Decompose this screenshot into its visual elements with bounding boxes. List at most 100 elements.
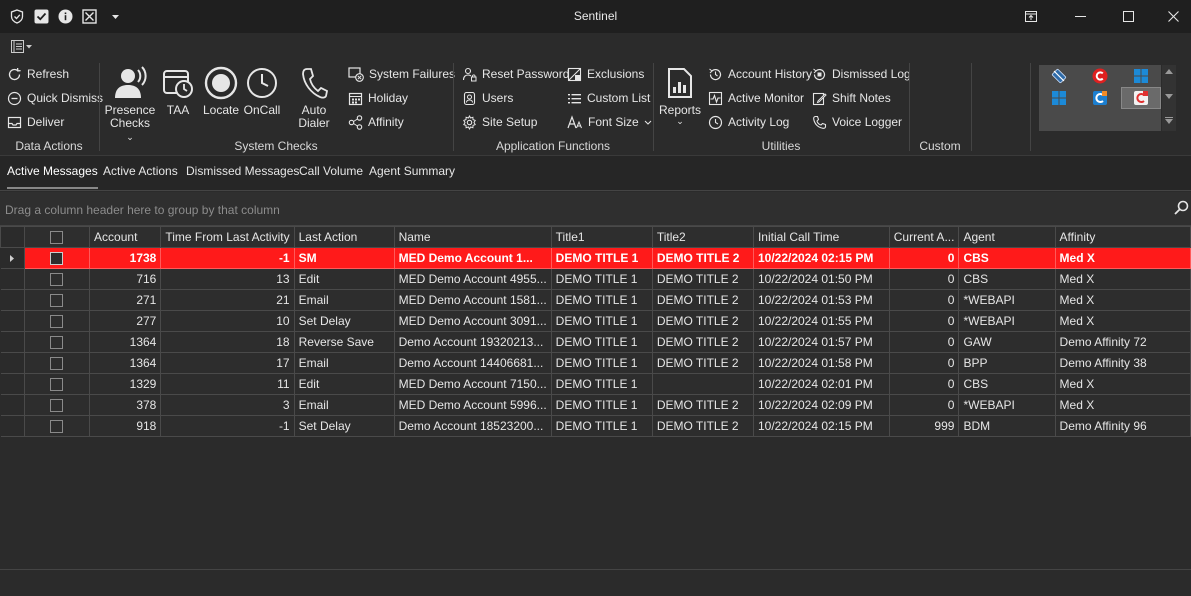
table-cell[interactable]: 0 [888, 310, 960, 332]
table-cell[interactable]: MED Demo Account 5996... [393, 394, 552, 416]
row-checkbox[interactable] [50, 272, 64, 286]
table-cell[interactable]: DEMO TITLE 2 [651, 394, 754, 416]
gallery-scroll[interactable] [1162, 65, 1176, 131]
table-cell[interactable]: 1364 [89, 331, 162, 353]
table-cell[interactable]: GAW [958, 331, 1056, 353]
table-cell[interactable]: DEMO TITLE 2 [651, 352, 754, 374]
table-cell[interactable]: 716 [89, 268, 162, 290]
scroll-up-icon[interactable] [1165, 69, 1173, 74]
table-cell[interactable]: Email [293, 394, 395, 416]
row-checkbox-cell[interactable] [23, 310, 91, 332]
row-checkbox[interactable] [50, 356, 64, 370]
c-logo-icon[interactable] [1080, 65, 1120, 87]
table-row[interactable]: 1329 11 Edit MED Demo Account 7150... DEMO T… [0, 373, 1191, 395]
table-cell[interactable]: Reverse Save [293, 331, 395, 353]
column-header[interactable]: Title1 [550, 226, 653, 248]
table-cell[interactable]: 18 [160, 331, 295, 353]
table-cell[interactable]: DEMO TITLE 1 [550, 415, 653, 437]
font-size-button[interactable]: Font Size [567, 111, 652, 133]
row-checkbox-cell[interactable] [23, 394, 91, 416]
table-cell[interactable]: BDM [958, 415, 1056, 437]
users-button[interactable]: Users [462, 87, 513, 109]
table-cell[interactable]: 378 [89, 394, 162, 416]
table-cell[interactable]: DEMO TITLE 2 [651, 247, 754, 269]
group-by-panel[interactable]: Drag a column header here to group by th… [0, 192, 1191, 226]
dropdown-arrow-icon[interactable] [104, 0, 126, 33]
table-cell[interactable]: DEMO TITLE 2 [651, 289, 754, 311]
tab-active-messages[interactable]: Active Messages [7, 164, 98, 189]
table-cell[interactable]: 10/22/2024 02:09 PM [752, 394, 890, 416]
table-cell[interactable]: 271 [89, 289, 162, 311]
column-header[interactable]: Title2 [651, 226, 754, 248]
table-cell[interactable]: Med X [1054, 373, 1191, 395]
table-cell[interactable]: 0 [888, 289, 960, 311]
table-cell[interactable]: *WEBAPI [958, 289, 1056, 311]
table-cell[interactable]: DEMO TITLE 2 [651, 268, 754, 290]
shield-icon[interactable] [6, 0, 28, 33]
row-indicator[interactable] [0, 310, 25, 332]
table-cell[interactable]: 0 [888, 331, 960, 353]
affinity-button[interactable]: Affinity [348, 111, 404, 133]
table-cell[interactable]: 0 [888, 373, 960, 395]
table-cell[interactable]: MED Demo Account 3091... [393, 310, 552, 332]
checkbox-icon[interactable] [30, 0, 52, 33]
table-cell[interactable]: 10/22/2024 01:55 PM [752, 310, 890, 332]
row-checkbox[interactable] [50, 314, 64, 328]
table-cell[interactable]: 10/22/2024 02:15 PM [752, 415, 890, 437]
column-header[interactable]: Agent [958, 226, 1056, 248]
table-cell[interactable]: *WEBAPI [958, 310, 1056, 332]
locate-button[interactable]: Locate [203, 65, 239, 117]
row-indicator[interactable] [0, 394, 25, 416]
table-cell[interactable]: Demo Account 19320213... [393, 331, 552, 353]
row-checkbox[interactable] [50, 335, 64, 349]
table-cell[interactable]: DEMO TITLE 2 [651, 310, 754, 332]
table-cell[interactable]: 1329 [89, 373, 162, 395]
table-cell[interactable]: DEMO TITLE 1 [550, 289, 653, 311]
table-cell[interactable]: SM [293, 247, 395, 269]
table-cell[interactable]: -1 [160, 415, 295, 437]
table-cell[interactable]: 11 [160, 373, 295, 395]
table-cell[interactable]: 10/22/2024 01:50 PM [752, 268, 890, 290]
table-row[interactable]: 1364 17 Email Demo Account 14406681... DEMO … [0, 352, 1191, 374]
table-cell[interactable]: DEMO TITLE 1 [550, 268, 653, 290]
table-cell[interactable]: DEMO TITLE 2 [651, 415, 754, 437]
maximize-icon[interactable] [1105, 0, 1151, 33]
table-cell[interactable]: 10/22/2024 01:57 PM [752, 331, 890, 353]
close-icon[interactable] [1150, 0, 1191, 33]
minimize-icon[interactable] [1057, 0, 1103, 33]
reset-password-button[interactable]: Reset Password [462, 63, 569, 85]
table-cell[interactable]: DEMO TITLE 1 [550, 373, 653, 395]
holiday-button[interactable]: Holiday [348, 87, 408, 109]
table-cell[interactable]: DEMO TITLE 1 [550, 394, 653, 416]
column-header[interactable]: Account [89, 226, 162, 248]
table-cell[interactable]: DEMO TITLE 1 [550, 247, 653, 269]
table-cell[interactable]: 1364 [89, 352, 162, 374]
row-indicator[interactable] [0, 352, 25, 374]
table-cell[interactable]: Demo Affinity 96 [1054, 415, 1191, 437]
active-monitor-button[interactable]: Active Monitor [708, 87, 804, 109]
table-cell[interactable]: Demo Account 14406681... [393, 352, 552, 374]
activity-log-button[interactable]: Activity Log [708, 111, 789, 133]
table-cell[interactable]: 10 [160, 310, 295, 332]
table-cell[interactable]: Med X [1054, 289, 1191, 311]
row-indicator[interactable] [0, 331, 25, 353]
column-header[interactable]: Last Action [293, 226, 395, 248]
table-cell[interactable]: 17 [160, 352, 295, 374]
deliver-button[interactable]: Deliver [7, 111, 64, 133]
table-cell[interactable]: DEMO TITLE 1 [550, 331, 653, 353]
row-checkbox[interactable] [50, 293, 64, 307]
table-row[interactable]: 271 21 Email MED Demo Account 1581... DEMO T… [0, 289, 1191, 311]
table-cell[interactable]: MED Demo Account 7150... [393, 373, 552, 395]
tab-agent-summary[interactable]: Agent Summary [369, 164, 455, 178]
shift-notes-button[interactable]: Shift Notes [812, 87, 891, 109]
table-cell[interactable]: Edit [293, 268, 395, 290]
column-header[interactable]: Current A... [888, 226, 960, 248]
satellite-icon[interactable] [1039, 65, 1079, 87]
row-indicator[interactable] [0, 289, 25, 311]
expand-gallery-icon[interactable] [1165, 117, 1173, 124]
table-cell[interactable]: Email [293, 289, 395, 311]
row-checkbox-cell[interactable] [23, 415, 91, 437]
table-cell[interactable]: Set Delay [293, 415, 395, 437]
table-cell[interactable]: Set Delay [293, 310, 395, 332]
tab-active-actions[interactable]: Active Actions [103, 164, 178, 178]
